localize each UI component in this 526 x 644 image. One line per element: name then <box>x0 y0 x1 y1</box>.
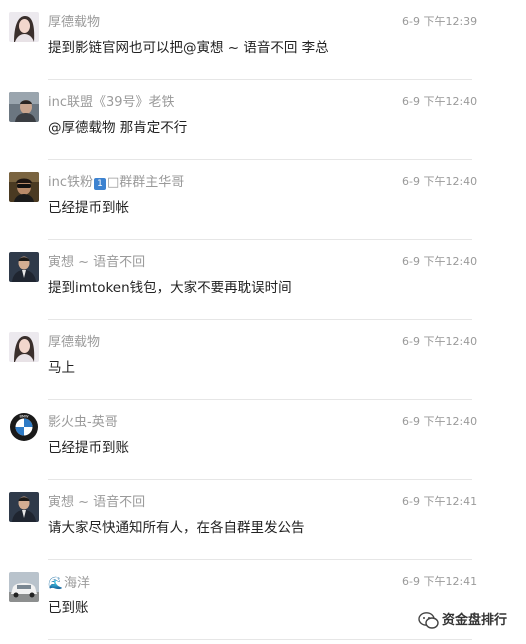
wechat-channel-icon <box>418 611 440 631</box>
woman-portrait-avatar[interactable] <box>9 332 39 362</box>
chat-message[interactable]: BMW 影火虫-英哥 6-9 下午12:40 已经提币到账 <box>0 400 526 480</box>
sender-name-prefix: inc铁粉 <box>48 175 93 190</box>
chat-message[interactable]: inc联盟《39号》老铁 6-9 下午12:40 @厚德载物 那肯定不行 <box>0 80 526 160</box>
sender-name[interactable]: inc联盟《39号》老铁 <box>48 95 175 111</box>
message-timestamp: 6-9 下午12:41 <box>402 495 478 508</box>
message-text: 马上 <box>48 360 75 376</box>
man-suit-avatar[interactable] <box>9 252 39 282</box>
sender-name[interactable]: 寅想 ~ 语音不回 <box>48 495 145 511</box>
bmw-logo-avatar[interactable]: BMW <box>9 412 39 442</box>
man-suit-avatar[interactable] <box>9 492 39 522</box>
message-timestamp: 6-9 下午12:40 <box>402 255 478 268</box>
white-car-avatar[interactable] <box>9 572 39 602</box>
chat-message[interactable]: 寅想 ~ 语音不回 6-9 下午12:40 提到imtoken钱包，大家不要再耽… <box>0 240 526 320</box>
chat-message[interactable]: 厚德载物 6-9 下午12:40 马上 <box>0 320 526 400</box>
message-text: 请大家尽快通知所有人，在各自群里发公告 <box>48 520 305 536</box>
man-in-car-avatar[interactable] <box>9 92 39 122</box>
sender-name-text: 海洋 <box>63 576 90 591</box>
message-text: @厚德载物 那肯定不行 <box>48 120 188 136</box>
chat-message[interactable]: 寅想 ~ 语音不回 6-9 下午12:41 请大家尽快通知所有人，在各自群里发公… <box>0 480 526 560</box>
message-divider <box>48 639 472 640</box>
watermark-text: 资金盘排行 <box>442 613 508 628</box>
message-text: 已经提币到帐 <box>48 200 129 216</box>
woman-portrait-avatar[interactable] <box>9 12 39 42</box>
message-timestamp: 6-9 下午12:40 <box>402 175 478 188</box>
sender-name-suffix: □群群主华哥 <box>107 175 185 190</box>
message-text: 已经提币到账 <box>48 440 129 456</box>
number-one-badge-icon: 1 <box>94 178 106 190</box>
chat-message[interactable]: 厚德载物 6-9 下午12:39 提到影链官网也可以把@寅想 ~ 语音不回 李总 <box>0 0 526 80</box>
message-timestamp: 6-9 下午12:41 <box>402 575 478 588</box>
wave-emoji-icon: 🌊 <box>48 576 63 590</box>
sender-name[interactable]: 寅想 ~ 语音不回 <box>48 255 145 271</box>
chat-message[interactable]: inc铁粉 1 □群群主华哥 6-9 下午12:40 已经提币到帐 <box>0 160 526 240</box>
message-text: 已到账 <box>48 600 89 616</box>
bmw-logo-text: BMW <box>19 415 29 419</box>
message-timestamp: 6-9 下午12:40 <box>402 415 478 428</box>
message-text: 提到影链官网也可以把@寅想 ~ 语音不回 李总 <box>48 40 329 56</box>
man-sunglasses-avatar[interactable] <box>9 172 39 202</box>
message-timestamp: 6-9 下午12:39 <box>402 15 478 28</box>
sender-name[interactable]: inc铁粉 1 □群群主华哥 <box>48 175 184 191</box>
message-text: 提到imtoken钱包，大家不要再耽误时间 <box>48 280 292 296</box>
message-timestamp: 6-9 下午12:40 <box>402 95 478 108</box>
chat-history-list: 厚德载物 6-9 下午12:39 提到影链官网也可以把@寅想 ~ 语音不回 李总… <box>0 0 526 644</box>
sender-name[interactable]: 厚德载物 <box>48 335 100 351</box>
sender-name[interactable]: 影火虫-英哥 <box>48 415 118 431</box>
message-timestamp: 6-9 下午12:40 <box>402 335 478 348</box>
sender-name[interactable]: 🌊海洋 <box>48 575 90 592</box>
sender-name[interactable]: 厚德载物 <box>48 15 100 31</box>
